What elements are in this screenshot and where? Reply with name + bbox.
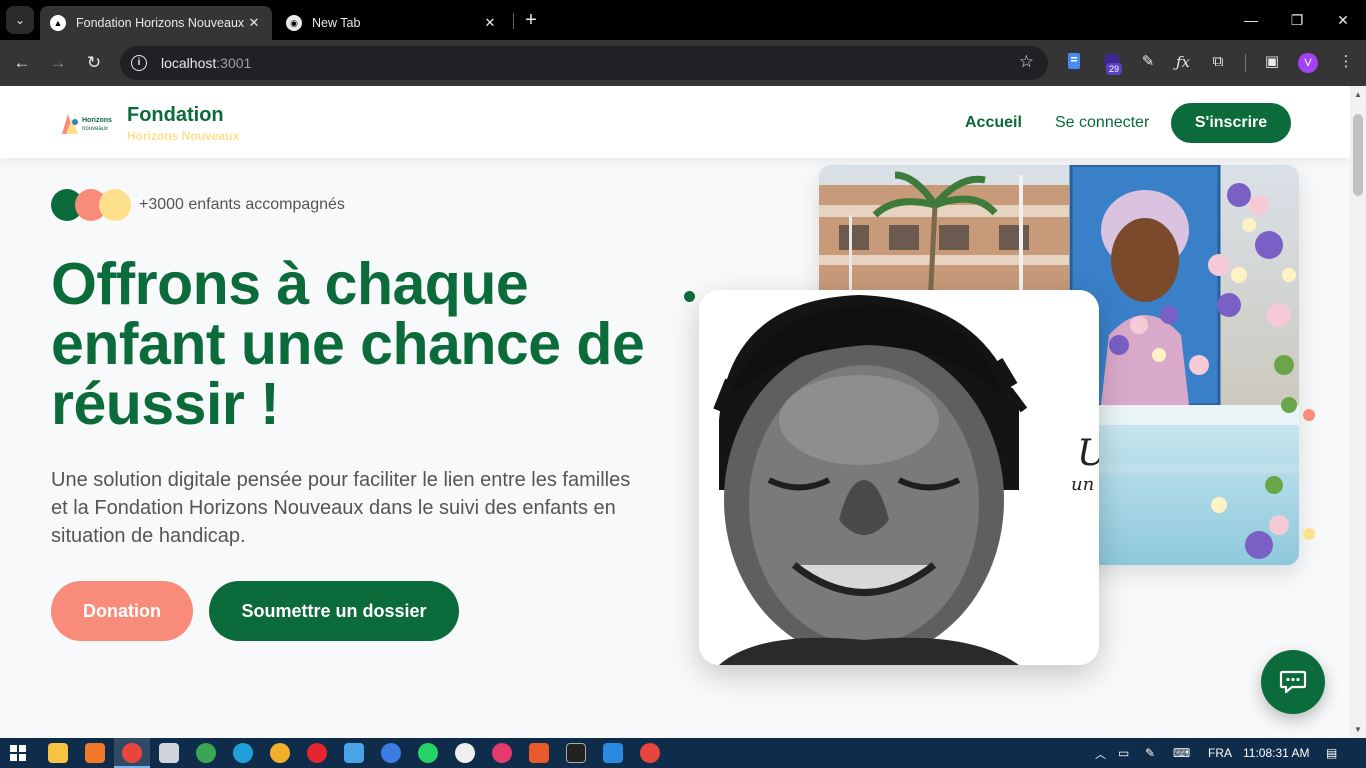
chat-button[interactable]: [1261, 650, 1325, 714]
extension-badge: 29: [1106, 63, 1123, 75]
browser-tab-strip: ⌄ ▲ Fondation Horizons Nouveaux ✕ ◉ New …: [0, 0, 1366, 40]
nav-link-home[interactable]: Accueil: [965, 114, 1022, 132]
chat-bubble-icon: [1279, 670, 1307, 694]
site-favicon-icon: ▲: [50, 15, 66, 31]
scroll-down-arrow-icon[interactable]: ▼: [1354, 725, 1362, 734]
brand-subtitle: Horizons Nouveaux: [127, 129, 240, 143]
foundation-logo[interactable]: Horizons nouveaux: [60, 110, 116, 136]
chrome-profile-taskbar-icon[interactable]: [640, 743, 660, 763]
tray-clock[interactable]: 11:08:31 AM: [1243, 746, 1310, 760]
wps-taskbar-icon[interactable]: [529, 743, 549, 763]
handwriting-text: U: [1077, 433, 1099, 474]
chrome-taskbar-icon[interactable]: [122, 743, 142, 763]
tab-search-icon[interactable]: ⌄: [6, 6, 34, 34]
logo-wordmark-2: nouveaux: [82, 126, 108, 132]
tray-language[interactable]: FRA: [1208, 746, 1232, 760]
hero-title: Offrons à chaque enfant une chance de ré…: [51, 251, 645, 437]
side-panel-icon[interactable]: ▣: [1262, 52, 1282, 72]
scroll-up-arrow-icon[interactable]: ▲: [1354, 90, 1362, 99]
app-green-taskbar-icon[interactable]: [196, 743, 216, 763]
back-arrow-icon[interactable]: ←: [10, 51, 34, 75]
browser-toolbar: ← → ↻ i localhost:3001 ☆ ✎ ƒx ⧉ ▣ ⋮: [0, 40, 1366, 86]
signup-button[interactable]: S'inscrire: [1171, 103, 1291, 143]
donation-button[interactable]: Donation: [51, 581, 193, 641]
avatar-dots: [51, 189, 131, 221]
opera-taskbar-icon[interactable]: [307, 743, 327, 763]
vscode-taskbar-icon[interactable]: [603, 743, 623, 763]
scroll-thumb[interactable]: [1353, 114, 1363, 196]
coral-accent-dot: [1303, 409, 1315, 421]
extensions-puzzle-icon[interactable]: ⧉: [1208, 52, 1228, 72]
address-url[interactable]: localhost:3001: [161, 55, 251, 71]
new-tab-plus-icon[interactable]: +: [520, 8, 542, 32]
file-explorer-icon[interactable]: [48, 743, 68, 763]
window-close-icon[interactable]: ✕: [1328, 8, 1358, 32]
tab-close-icon[interactable]: ✕: [246, 15, 262, 31]
extension-eyedropper-icon[interactable]: ✎: [1138, 52, 1158, 72]
submit-dossier-button[interactable]: Soumettre un dossier: [209, 581, 459, 641]
app-pink-taskbar-icon[interactable]: [492, 743, 512, 763]
tab-close-icon[interactable]: ✕: [482, 15, 498, 31]
edge-taskbar-icon[interactable]: [233, 743, 253, 763]
app-blue-taskbar-icon[interactable]: [344, 743, 364, 763]
toolbar-divider: [1245, 54, 1246, 72]
chrome-menu-icon[interactable]: ⋮: [1336, 52, 1356, 72]
yellow-accent-dot: [1303, 528, 1315, 540]
page-scrollbar[interactable]: ▲ ▼: [1350, 86, 1366, 738]
tab-new-tab[interactable]: ◉ New Tab ✕: [276, 6, 508, 40]
app-taskbar-icon[interactable]: [159, 743, 179, 763]
site-info-icon[interactable]: i: [131, 55, 147, 71]
xampp-icon[interactable]: [85, 743, 105, 763]
reload-icon[interactable]: ↻: [82, 51, 106, 75]
hero-description: Une solution digitale pensée pour facili…: [51, 469, 631, 547]
chrome-alt-taskbar-icon[interactable]: [270, 743, 290, 763]
tab-title: Fondation Horizons Nouveaux: [76, 16, 245, 30]
green-accent-dot: [684, 291, 695, 302]
tray-pen-icon[interactable]: ✎: [1145, 746, 1155, 760]
profile-avatar[interactable]: V: [1298, 53, 1318, 73]
logo-wordmark-1: Horizons: [82, 117, 112, 124]
chrome-favicon-icon: ◉: [286, 15, 302, 31]
url-host: localhost: [161, 55, 217, 71]
extension-docs-icon[interactable]: [1064, 52, 1084, 72]
page-viewport: Horizons nouveaux Fondation Horizons Nou…: [0, 86, 1350, 738]
windows-start-icon[interactable]: [10, 745, 26, 766]
brand-name[interactable]: Fondation: [127, 104, 224, 127]
address-bar[interactable]: i localhost:3001 ☆: [120, 46, 1048, 80]
windows-taskbar: ︿ ▭ ✎ ⌨ FRA 11:08:31 AM ▤: [0, 738, 1366, 768]
whatsapp-taskbar-icon[interactable]: [418, 743, 438, 763]
kids-count-text: +3000 enfants accompagnés: [139, 196, 345, 213]
tray-keyboard-icon[interactable]: ⌨: [1173, 746, 1190, 760]
tray-chevron-icon[interactable]: ︿: [1095, 746, 1106, 762]
url-port: :3001: [216, 55, 252, 71]
minimize-icon[interactable]: —: [1236, 8, 1266, 32]
app-white-taskbar-icon[interactable]: [455, 743, 475, 763]
bookmark-star-icon[interactable]: ☆: [1019, 52, 1034, 72]
extension-function-icon[interactable]: ƒx: [1173, 52, 1193, 72]
yellow-dot: [99, 189, 131, 221]
hero-photo-child: U un: [699, 290, 1099, 665]
tab-title: New Tab: [312, 16, 361, 30]
site-header: Horizons nouveaux Fondation Horizons Nou…: [0, 86, 1350, 158]
tab-fondation[interactable]: ▲ Fondation Horizons Nouveaux ✕: [40, 6, 272, 40]
handwriting-text-2: un: [1071, 474, 1094, 495]
terminal-taskbar-icon[interactable]: [566, 743, 586, 763]
restore-icon[interactable]: ❐: [1282, 8, 1312, 32]
app-blue2-taskbar-icon[interactable]: [381, 743, 401, 763]
notifications-icon[interactable]: ▤: [1326, 746, 1337, 760]
nav-link-login[interactable]: Se connecter: [1055, 114, 1149, 132]
tray-network-icon[interactable]: ▭: [1118, 746, 1129, 760]
tab-divider: [513, 13, 514, 29]
forward-arrow-icon[interactable]: →: [46, 51, 70, 75]
